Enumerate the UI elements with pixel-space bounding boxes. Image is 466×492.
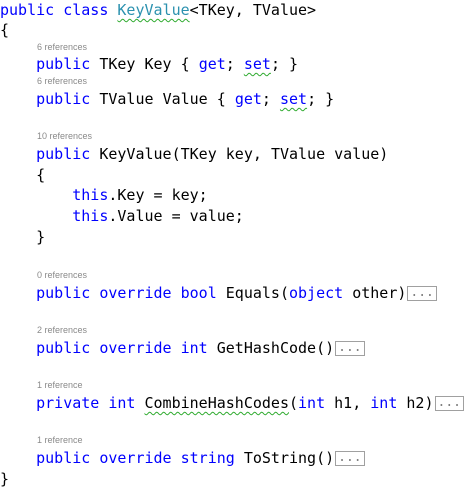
keyword-public: public — [36, 339, 91, 357]
constructor-line: public KeyValue(TKey key, TValue value) — [36, 145, 389, 163]
type-parameters: <TKey, TValue> — [189, 1, 317, 19]
gethashcode-collapsed-body-button[interactable]: ... — [335, 341, 365, 356]
equals-method-line: public override bool Equals(object other… — [0, 283, 437, 303]
keyword-bool: bool — [180, 284, 217, 302]
constructor-param2-type: TValue — [270, 145, 326, 163]
assign-key: .Key = key; — [108, 186, 208, 204]
constructor-open-brace: { — [36, 166, 46, 184]
constructor-body-line-1: this.Key = key; — [0, 185, 208, 205]
keyword-set: set — [279, 90, 308, 108]
keyword-public: public — [0, 1, 55, 19]
equals-param-name: other) — [352, 284, 407, 302]
class-declaration-line: public class KeyValue<TKey, TValue> — [0, 0, 316, 20]
keyword-public: public — [36, 284, 91, 302]
keyword-int: int — [370, 394, 398, 412]
constructor-name: KeyValue( — [99, 145, 181, 163]
combinehashcodes-method-name: CombineHashCodes — [144, 394, 290, 412]
class-name[interactable]: KeyValue — [117, 1, 189, 19]
keyword-override: override — [99, 339, 172, 357]
constructor-param1-name: key — [225, 145, 253, 163]
keyword-override: override — [99, 284, 172, 302]
keyword-get: get — [198, 55, 226, 73]
gethashcode-method-line: public override int GetHashCode()... — [0, 338, 365, 358]
key-property-name: Key — [144, 55, 172, 73]
codelens-tostring[interactable]: 1 reference — [37, 434, 83, 446]
tostring-method-line: public override string ToString()... — [0, 448, 365, 468]
equals-method-name: Equals( — [225, 284, 289, 302]
combinehashcodes-param1-name: h1, — [334, 394, 362, 412]
keyword-string: string — [180, 449, 235, 467]
combinehashcodes-collapsed-body-button[interactable]: ... — [434, 396, 464, 411]
constructor-close-brace: } — [36, 228, 46, 246]
constructor-param1-type: TKey — [180, 145, 217, 163]
keyword-public: public — [36, 90, 91, 108]
keyword-public: public — [36, 145, 91, 163]
keyword-int: int — [180, 339, 208, 357]
key-property-type: TKey — [99, 55, 136, 73]
keyword-private: private — [36, 394, 100, 412]
combinehashcodes-method-line: private int CombineHashCodes(int h1, int… — [0, 393, 464, 413]
value-property-type: TValue — [99, 90, 154, 108]
codelens-value-property[interactable]: 6 references — [37, 75, 87, 87]
tostring-method-name: ToString() — [243, 449, 335, 467]
keyword-int: int — [108, 394, 136, 412]
value-property-line: public TValue Value { get; set; } — [36, 90, 335, 108]
class-open-brace: { — [0, 21, 10, 39]
codelens-equals[interactable]: 0 references — [37, 269, 87, 281]
gethashcode-method-name: GetHashCode() — [216, 339, 335, 357]
value-property-name: Value — [162, 90, 208, 108]
keyword-object: object — [289, 284, 344, 302]
keyword-set: set — [243, 55, 271, 73]
constructor-param2-name: value) — [334, 145, 389, 163]
keyword-override: override — [99, 449, 172, 467]
equals-collapsed-body-button[interactable]: ... — [407, 286, 437, 301]
keyword-this: this — [72, 186, 109, 204]
key-property-line: public TKey Key { get; set; } — [36, 55, 299, 73]
keyword-public: public — [36, 55, 91, 73]
codelens-constructor[interactable]: 10 references — [37, 130, 92, 142]
keyword-get: get — [234, 90, 262, 108]
tostring-collapsed-body-button[interactable]: ... — [335, 451, 365, 466]
codelens-gethashcode[interactable]: 2 references — [37, 324, 87, 336]
constructor-body-line-2: this.Value = value; — [0, 206, 244, 226]
combinehashcodes-param2-name: h2) — [406, 394, 434, 412]
class-close-brace: } — [0, 470, 10, 488]
keyword-this: this — [72, 207, 109, 225]
codelens-key-property[interactable]: 6 references — [37, 41, 87, 53]
keyword-public: public — [36, 449, 91, 467]
keyword-int: int — [298, 394, 326, 412]
keyword-class: class — [63, 1, 109, 19]
codelens-combinehashcodes[interactable]: 1 reference — [37, 379, 83, 391]
assign-value: .Value = value; — [108, 207, 244, 225]
